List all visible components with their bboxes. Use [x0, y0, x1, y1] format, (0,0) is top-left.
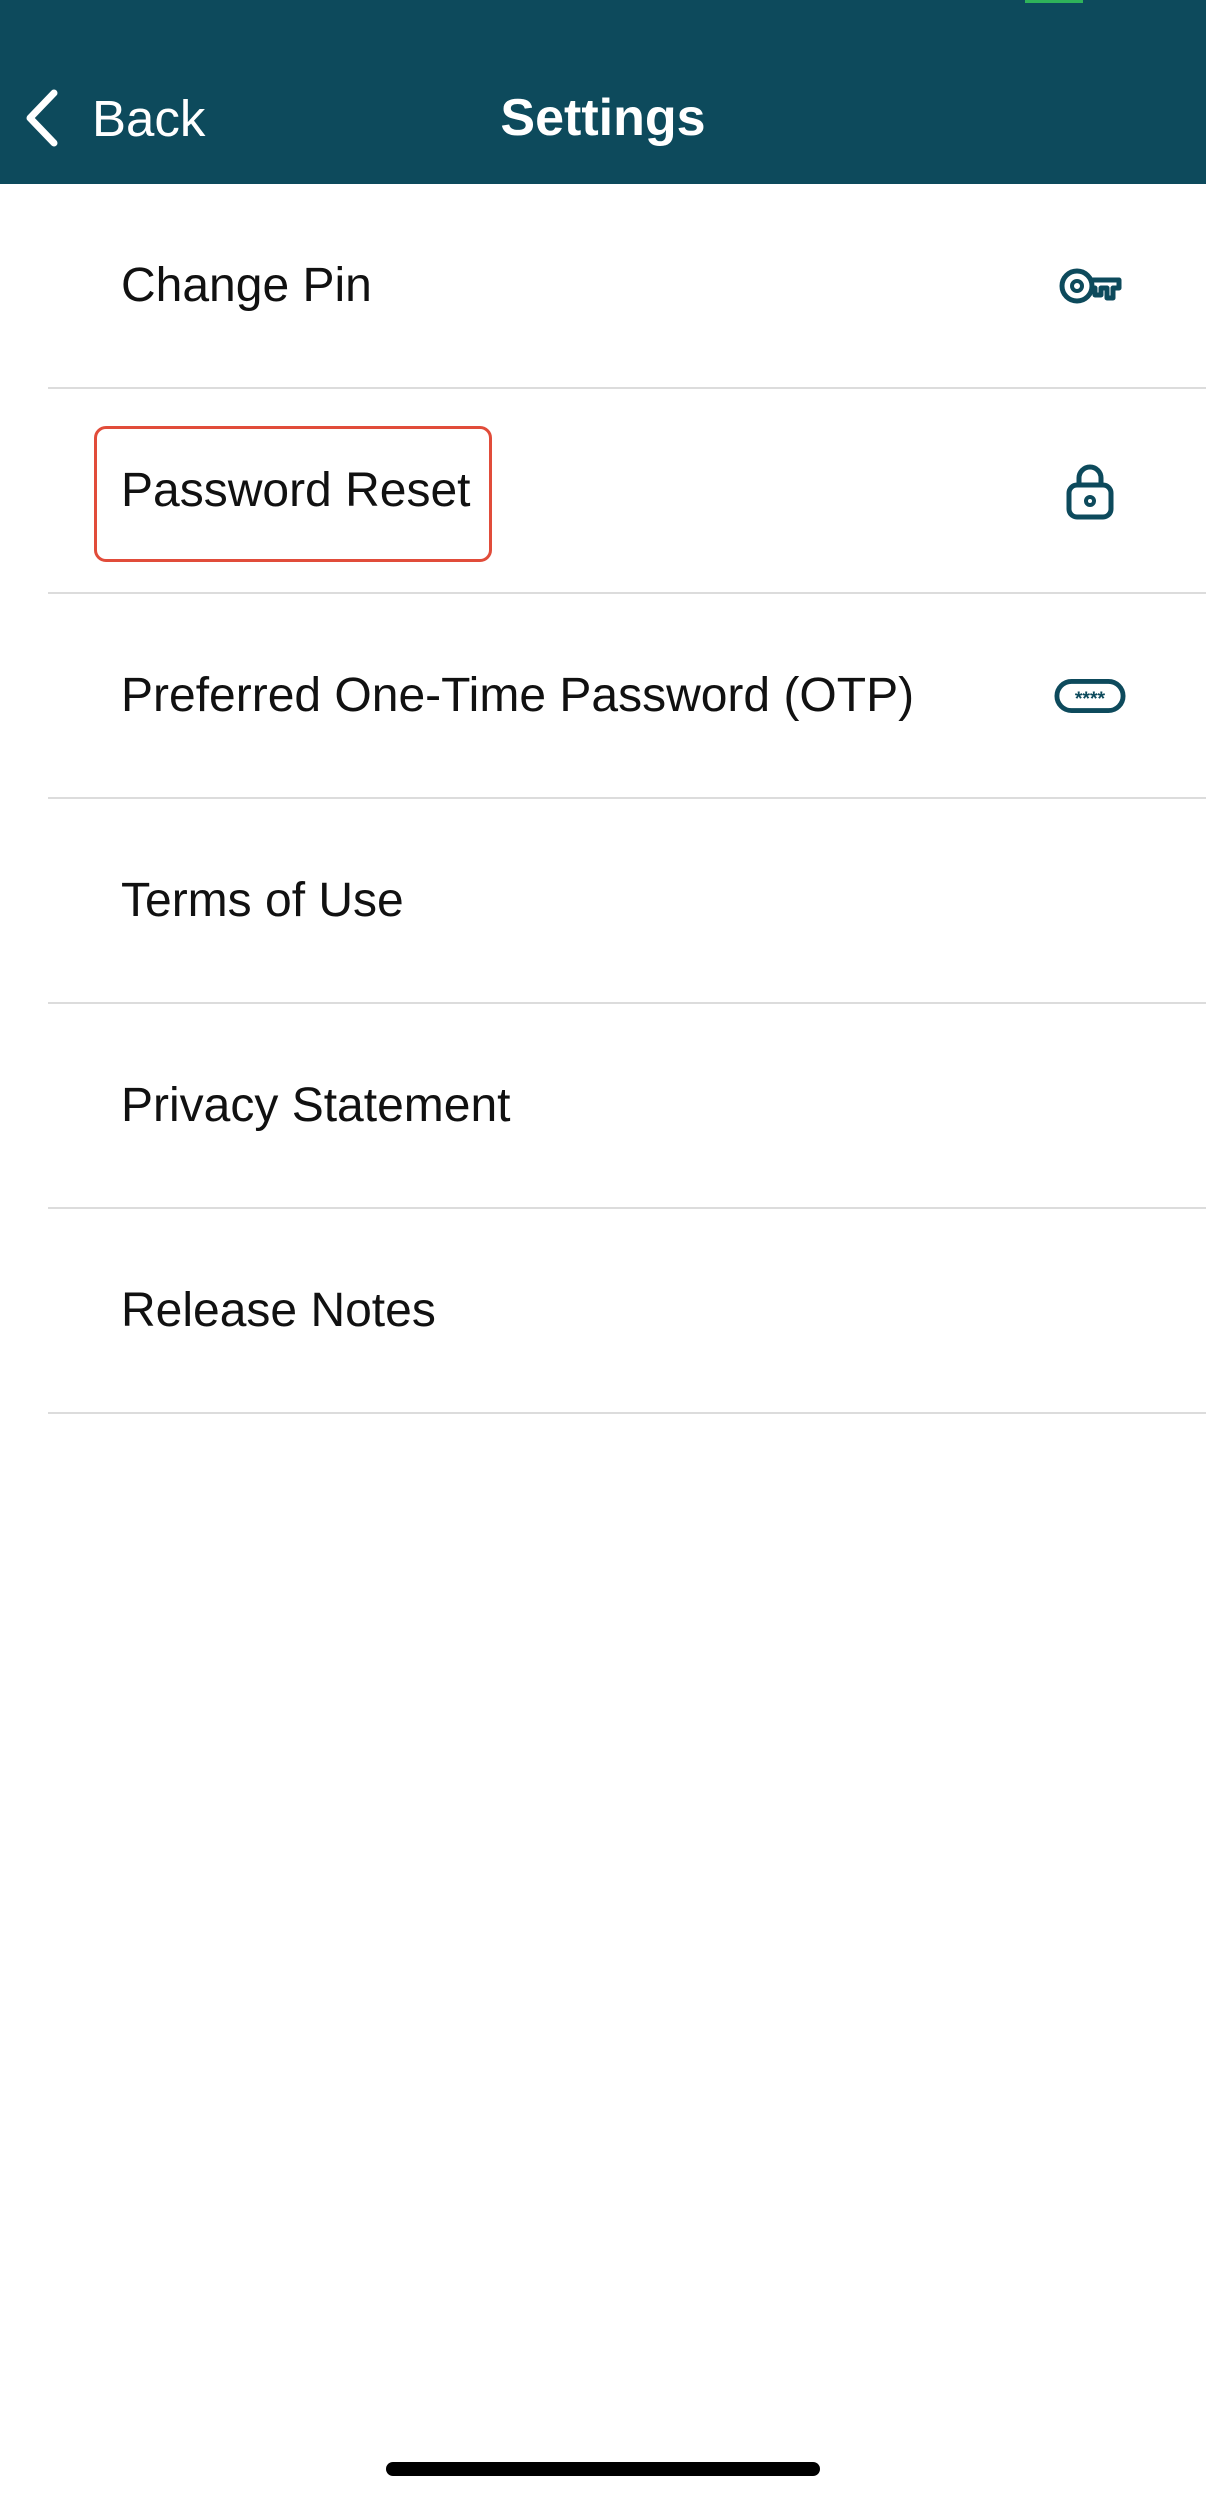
settings-item-password-reset[interactable]: Password Reset: [48, 389, 1206, 594]
key-icon: [1054, 250, 1126, 322]
settings-item-privacy-statement[interactable]: Privacy Statement: [48, 1004, 1206, 1209]
lock-icon: [1054, 455, 1126, 527]
settings-item-label: Privacy Statement: [121, 1079, 511, 1132]
home-indicator[interactable]: [386, 2462, 820, 2476]
status-bar-indicator: [1025, 0, 1083, 3]
settings-item-release-notes[interactable]: Release Notes: [48, 1209, 1206, 1414]
settings-item-label: Terms of Use: [121, 874, 404, 927]
settings-item-preferred-otp[interactable]: Preferred One-Time Password (OTP) ****: [48, 594, 1206, 799]
settings-list: Change Pin Password Reset Preferred One-…: [0, 184, 1206, 1414]
settings-item-terms-of-use[interactable]: Terms of Use: [48, 799, 1206, 1004]
chevron-left-icon: [26, 89, 58, 147]
settings-item-label: Preferred One-Time Password (OTP): [121, 669, 915, 722]
password-field-icon-text: ****: [1075, 687, 1106, 709]
back-label: Back: [92, 89, 206, 147]
settings-item-label: Release Notes: [121, 1284, 436, 1337]
navigation-bar: Back Settings: [0, 0, 1206, 184]
settings-item-label: Change Pin: [121, 259, 372, 312]
back-button[interactable]: Back: [22, 78, 205, 158]
settings-item-change-pin[interactable]: Change Pin: [48, 184, 1206, 389]
settings-item-label: Password Reset: [121, 464, 471, 517]
password-field-icon: ****: [1054, 660, 1126, 732]
